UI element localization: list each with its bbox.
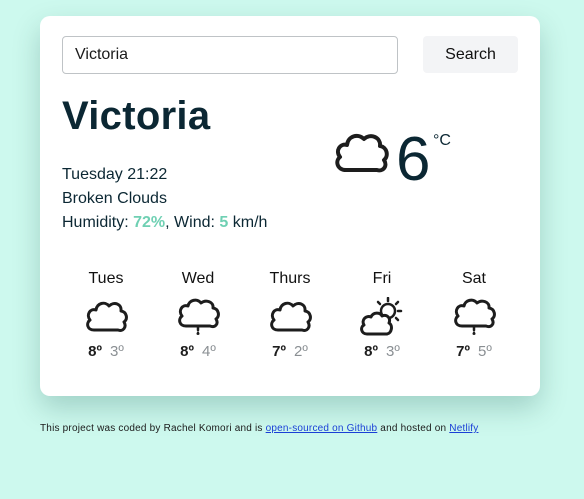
city-name: Victoria [62,94,211,138]
cloud-icon [86,301,128,332]
forecast-temps: 8º 3º [336,343,428,360]
current-datetime: Tuesday 21:22 [62,166,168,183]
github-link[interactable]: open-sourced on Github [266,423,378,434]
forecast-max: 8º [180,343,194,360]
forecast-max: 7º [456,343,470,360]
forecast-day-name: Fri [372,270,392,287]
forecast-min: 2º [294,343,308,360]
rain-cloud-icon [454,298,496,335]
forecast-max: 8º [88,343,102,360]
wind-value: 5 [219,214,229,231]
weather-card: Search Victoria Tuesday 21:22 Broken Clo… [40,16,540,396]
forecast-day: Tues 8º 3º [60,270,152,360]
forecast-day-name: Thurs [269,270,311,287]
humidity-value: 72% [133,214,166,231]
footer: This project was coded by Rachel Komori … [40,423,478,434]
humidity-label: Humidity: [62,214,134,231]
search-button[interactable]: Search [423,36,518,73]
wind-unit: km/h [228,214,268,231]
forecast-day: Thurs 7º 2º [244,270,336,360]
footer-text: and hosted on [377,423,450,434]
partly-sunny-icon [360,297,403,336]
cloud-icon [270,301,312,332]
current-temperature: 6 [396,125,431,194]
forecast-max: 8º [364,343,378,360]
forecast-temps: 7º 5º [428,343,520,360]
forecast-min: 3º [110,343,124,360]
forecast-max: 7º [272,343,286,360]
wind-label: , Wind: [165,214,220,231]
forecast-min: 4º [202,343,216,360]
forecast-day: Wed 8º 4º [152,270,244,360]
footer-text: This project was coded by Rachel Komori … [40,423,266,434]
forecast-day: Sat 7º 5º [428,270,520,360]
current-details: Tuesday 21:22 Broken Clouds Humidity: 72… [62,163,267,235]
forecast-temps: 7º 2º [244,343,336,360]
weather-description: Broken Clouds [62,190,167,207]
forecast-min: 5º [478,343,492,360]
humidity-wind: Humidity: 72%, Wind: 5 km/h [62,211,267,235]
rain-cloud-icon [178,298,220,335]
forecast-day-name: Sat [461,270,486,287]
forecast-temps: 8º 3º [60,343,152,360]
forecast-min: 3º [386,343,400,360]
netlify-link[interactable]: Netlify [449,423,478,434]
search-input[interactable] [62,36,398,74]
forecast-temps: 8º 4º [152,343,244,360]
forecast-day-name: Wed [181,270,215,287]
forecast-day-name: Tues [88,270,124,287]
cloud-icon [335,133,389,173]
forecast-day: Fri 8º 3º [336,270,428,360]
temperature-unit[interactable]: °C [433,132,451,150]
